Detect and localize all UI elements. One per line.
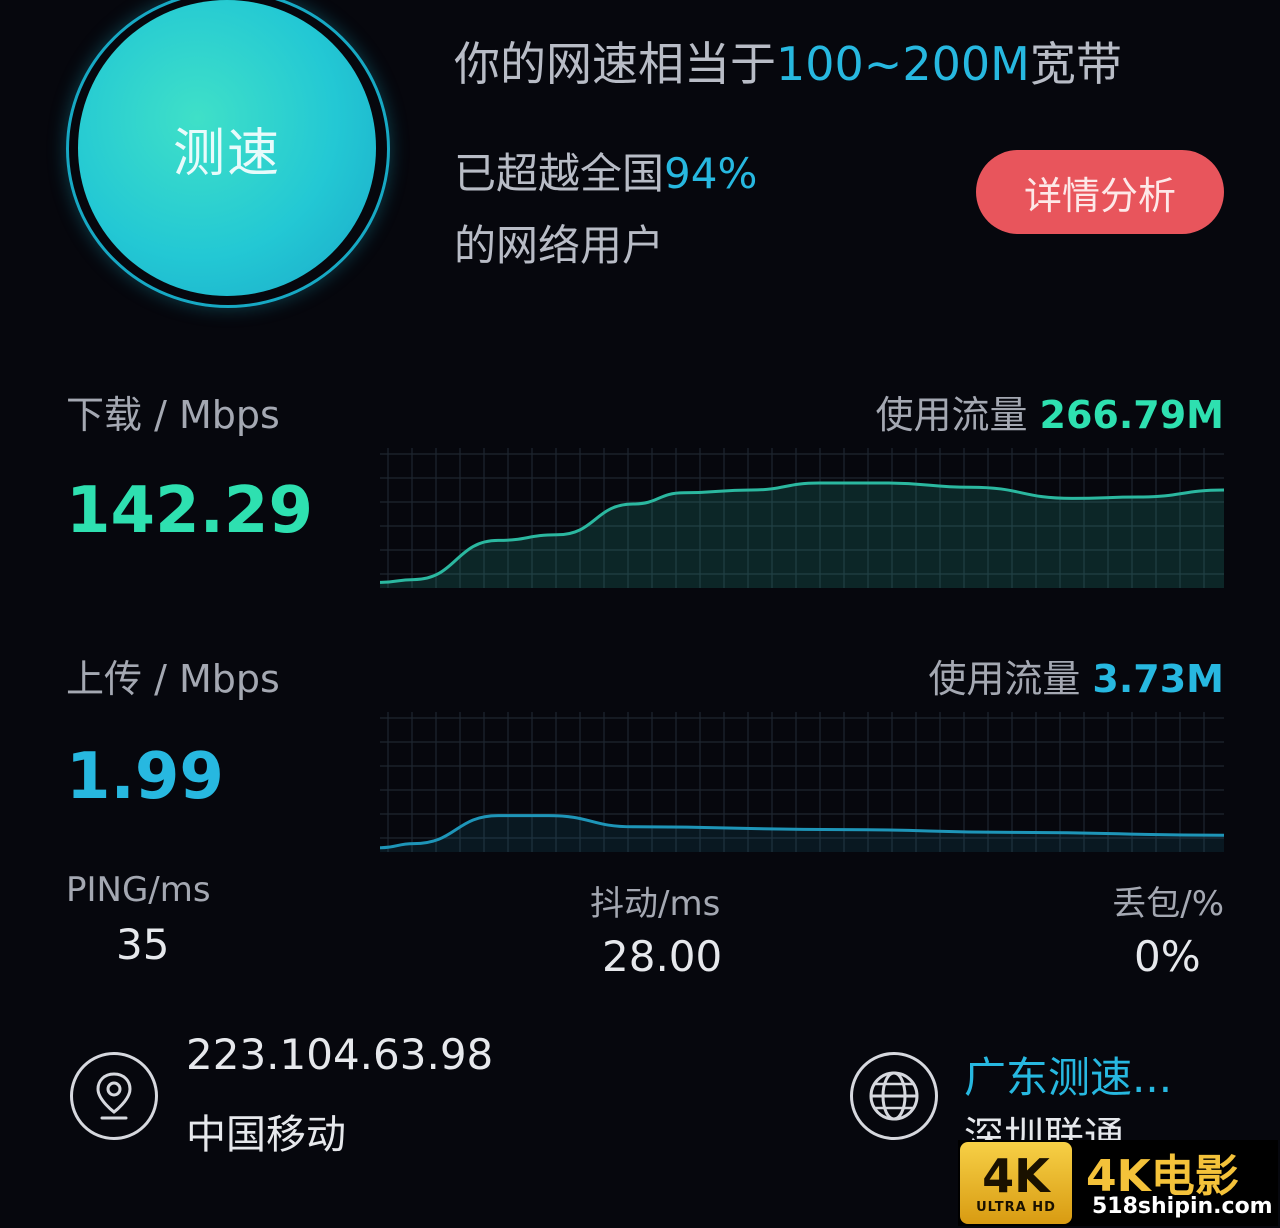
client-isp: 中国移动 xyxy=(186,1112,346,1158)
details-analysis-button[interactable]: 详情分析 xyxy=(976,150,1224,234)
jitter-value: 28.00 xyxy=(602,932,723,981)
watermark-url: 518shipin.com xyxy=(1092,1194,1273,1219)
upload-label: 上传 / Mbps xyxy=(66,657,280,701)
rank-percent: 94% xyxy=(664,149,758,198)
speed-range: 100~200M xyxy=(776,37,1030,91)
rank-text-line2: 的网络用户 xyxy=(454,221,665,270)
location-pin-glyph xyxy=(96,1072,132,1120)
speed-test-button[interactable]: 测速 xyxy=(78,0,376,296)
upload-usage-value: 3.73M xyxy=(1092,657,1224,701)
watermark-4k-badge: 4K ULTRA HD xyxy=(960,1142,1072,1224)
speed-prefix: 你的网速相当于 xyxy=(454,37,776,91)
watermark-badge-sub: ULTRA HD xyxy=(976,1199,1056,1215)
ping-value: 35 xyxy=(116,920,170,969)
upload-speed-chart xyxy=(380,712,1224,852)
location-pin-icon xyxy=(70,1052,158,1140)
watermark-badge-main: 4K xyxy=(982,1148,1050,1203)
upload-usage: 使用流量 3.73M xyxy=(928,648,1224,703)
globe-icon xyxy=(850,1052,938,1140)
ping-label: PING/ms xyxy=(66,870,211,910)
upload-usage-label: 使用流量 xyxy=(928,657,1081,701)
download-usage-value: 266.79M xyxy=(1039,393,1224,437)
speed-suffix: 宽带 xyxy=(1029,37,1122,91)
client-ip: 223.104.63.98 xyxy=(186,1030,494,1079)
speed-equivalent-text: 你的网速相当于100~200M宽带 xyxy=(454,28,1122,94)
packet-loss-value: 0% xyxy=(1134,932,1201,981)
packet-loss-label: 丢包/% xyxy=(1112,884,1224,924)
download-speed-value: 142.29 xyxy=(66,474,313,548)
rank-prefix: 已超越全国 xyxy=(454,149,665,198)
download-usage-label: 使用流量 xyxy=(875,393,1028,437)
download-usage: 使用流量 266.79M xyxy=(875,384,1224,439)
rank-text: 已超越全国94% xyxy=(454,140,757,201)
jitter-label: 抖动/ms xyxy=(590,884,721,924)
server-name[interactable]: 广东测速... xyxy=(964,1044,1172,1105)
download-speed-chart xyxy=(380,448,1224,588)
globe-glyph xyxy=(869,1071,919,1121)
download-label: 下载 / Mbps xyxy=(66,393,280,437)
upload-speed-value: 1.99 xyxy=(66,740,224,814)
